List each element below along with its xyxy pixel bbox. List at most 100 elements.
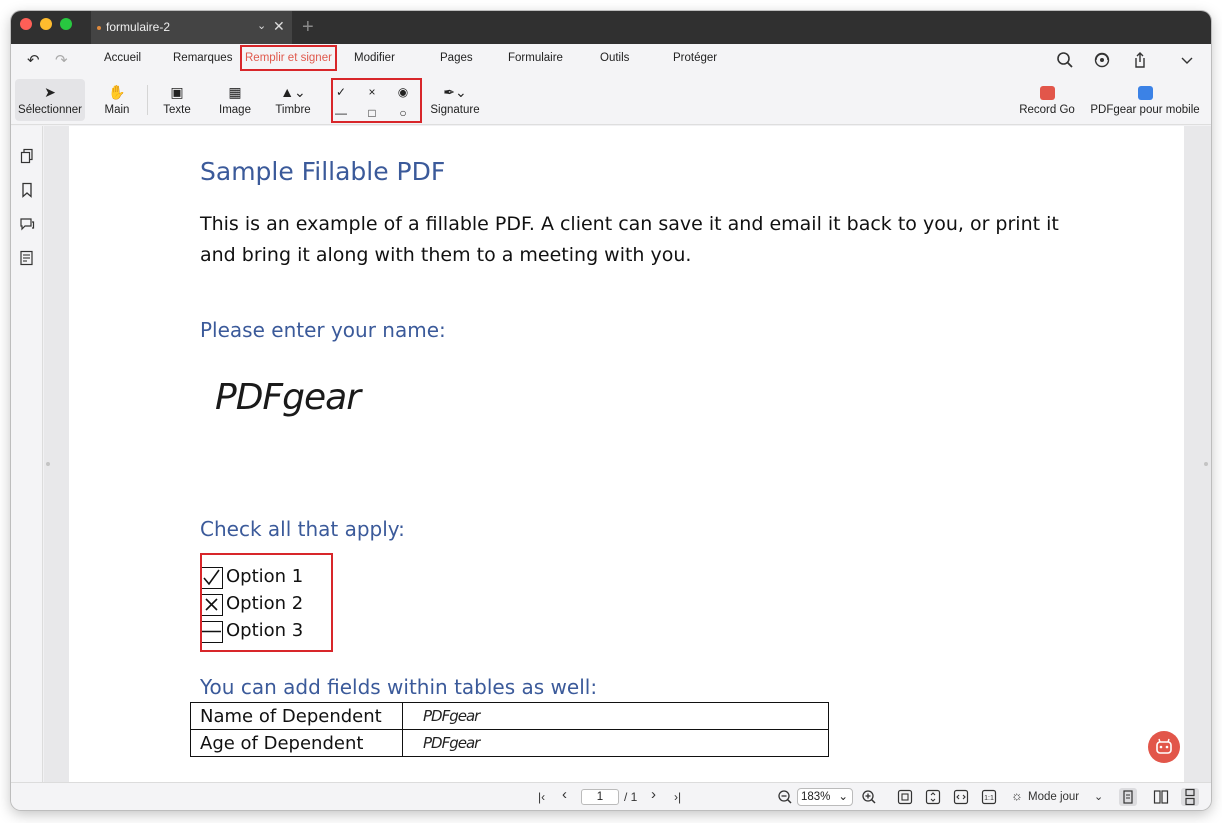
menu-bar: ↶ ↷ Accueil Remarques Remplir et signer … bbox=[11, 44, 1211, 75]
image-tool-label: Image bbox=[219, 104, 251, 116]
redo-icon[interactable]: ↷ bbox=[55, 51, 68, 69]
robot-icon bbox=[1156, 738, 1172, 754]
undo-icon[interactable]: ↶ bbox=[27, 51, 40, 69]
record-go-button[interactable]: Record Go bbox=[1016, 75, 1078, 125]
first-page-icon[interactable]: |‹ bbox=[538, 789, 545, 805]
continuous-scroll-icon[interactable] bbox=[1181, 788, 1199, 806]
zoom-select[interactable]: 183% ⌄ bbox=[797, 788, 853, 806]
fit-page-icon[interactable] bbox=[896, 788, 914, 806]
hand-tool-button[interactable]: ✋ Main bbox=[97, 75, 137, 125]
check-heading: Check all that apply: bbox=[200, 517, 405, 541]
menu-remarques[interactable]: Remarques bbox=[173, 52, 232, 64]
fit-width-icon[interactable] bbox=[952, 788, 970, 806]
mobile-icon bbox=[1088, 83, 1202, 101]
menu-outils[interactable]: Outils bbox=[600, 52, 629, 64]
close-tab-icon[interactable]: ✕ bbox=[273, 18, 285, 35]
previous-page-icon[interactable]: ‹ bbox=[562, 787, 567, 803]
app-window: formulaire-2 ⌄ ✕ + ↶ ↷ Accueil Remarques… bbox=[11, 11, 1211, 810]
document-tab[interactable]: formulaire-2 ⌄ ✕ bbox=[91, 11, 292, 44]
name-signature-field[interactable]: PDFgear bbox=[215, 377, 361, 418]
comments-icon[interactable] bbox=[19, 216, 35, 232]
unsaved-dot-icon bbox=[97, 26, 101, 30]
menu-pages[interactable]: Pages bbox=[440, 52, 473, 64]
fit-height-icon[interactable] bbox=[924, 788, 942, 806]
signature-tool-label: Signature bbox=[430, 104, 480, 116]
stamp-icon: ▲⌄ bbox=[280, 84, 306, 100]
toolbar-divider bbox=[147, 85, 148, 115]
table-label-cell: Name of Dependent bbox=[190, 702, 403, 730]
left-gutter bbox=[44, 126, 69, 782]
stamp-tool-button[interactable]: ▲⌄ Timbre bbox=[271, 75, 315, 125]
record-icon bbox=[1016, 83, 1078, 101]
toolbar: ➤ Sélectionner ✋ Main ▣ Texte ▦ Image ▲⌄… bbox=[11, 75, 1211, 125]
table-row: Name of Dependent PDFgear bbox=[190, 702, 829, 730]
single-page-view-icon[interactable] bbox=[1119, 788, 1137, 806]
image-tool-button[interactable]: ▦ Image bbox=[214, 75, 256, 125]
select-tool-label: Sélectionner bbox=[18, 104, 82, 116]
last-page-icon[interactable]: ›| bbox=[674, 789, 681, 805]
record-go-label: Record Go bbox=[1019, 104, 1075, 116]
document-title: Sample Fillable PDF bbox=[200, 157, 446, 186]
dependent-table: Name of Dependent PDFgear Age of Depende… bbox=[190, 702, 829, 757]
new-tab-icon[interactable]: + bbox=[302, 16, 314, 39]
text-box-icon: ▣ bbox=[170, 84, 184, 100]
pages-icon[interactable] bbox=[19, 148, 35, 164]
highlight-box-marks bbox=[331, 78, 422, 123]
zoom-in-icon[interactable] bbox=[860, 788, 878, 806]
chevron-down-icon[interactable]: ⌄ bbox=[257, 19, 266, 32]
name-heading: Please enter your name: bbox=[200, 318, 446, 342]
highlight-box-checkboxes bbox=[200, 553, 333, 652]
menu-modifier[interactable]: Modifier bbox=[354, 52, 395, 64]
hand-tool-label: Main bbox=[104, 104, 130, 116]
menu-proteger[interactable]: Protéger bbox=[673, 52, 717, 64]
table-label-cell: Age of Dependent bbox=[190, 729, 403, 757]
highlight-box-menu bbox=[240, 45, 337, 71]
resize-grip[interactable] bbox=[1204, 462, 1208, 466]
image-icon: ▦ bbox=[228, 84, 242, 100]
text-tool-label: Texte bbox=[163, 104, 191, 116]
zoom-value: 183% bbox=[801, 791, 831, 803]
select-tool-button[interactable]: ➤ Sélectionner bbox=[15, 79, 85, 121]
page-total: / 1 bbox=[624, 790, 638, 804]
ai-assistant-button[interactable] bbox=[1148, 731, 1180, 763]
menu-accueil[interactable]: Accueil bbox=[104, 52, 141, 64]
minimize-window-button[interactable] bbox=[40, 18, 52, 30]
share-icon[interactable] bbox=[1131, 51, 1149, 69]
zoom-window-button[interactable] bbox=[60, 18, 72, 30]
actual-size-icon[interactable]: 1:1 bbox=[980, 788, 998, 806]
support-icon[interactable] bbox=[1093, 51, 1111, 69]
intro-paragraph: This is an example of a fillable PDF. A … bbox=[200, 213, 1059, 266]
cursor-icon: ➤ bbox=[44, 84, 56, 100]
day-mode-select[interactable]: Mode jour bbox=[1028, 789, 1079, 805]
zoom-out-icon[interactable] bbox=[776, 788, 794, 806]
text-tool-button[interactable]: ▣ Texte bbox=[157, 75, 197, 125]
right-gutter bbox=[1184, 126, 1211, 782]
title-bar: formulaire-2 ⌄ ✕ + bbox=[11, 11, 1211, 44]
chevron-down-icon[interactable] bbox=[1178, 51, 1196, 69]
pdfgear-mobile-button[interactable]: PDFgear pour mobile bbox=[1088, 75, 1202, 125]
menu-formulaire[interactable]: Formulaire bbox=[508, 52, 563, 64]
resize-grip[interactable] bbox=[46, 462, 50, 466]
page-number-input[interactable]: 1 bbox=[581, 789, 619, 805]
svg-text:1:1: 1:1 bbox=[984, 795, 994, 802]
signature-tool-button[interactable]: ✒⌄ Signature bbox=[427, 75, 483, 125]
close-window-button[interactable] bbox=[20, 18, 32, 30]
tab-title: formulaire-2 bbox=[106, 20, 171, 34]
table-row: Age of Dependent PDFgear bbox=[190, 729, 829, 757]
dependent-age-field[interactable]: PDFgear bbox=[402, 729, 829, 757]
left-sidebar bbox=[11, 126, 43, 782]
chevron-down-icon: ⌄ bbox=[838, 791, 848, 803]
signature-icon: ✒⌄ bbox=[443, 84, 467, 100]
form-fields-icon[interactable] bbox=[19, 250, 35, 266]
dependent-name-field[interactable]: PDFgear bbox=[402, 702, 829, 730]
pdf-page: Sample Fillable PDF This is an example o… bbox=[69, 126, 1184, 782]
sun-icon: ☼ bbox=[1011, 788, 1023, 803]
bookmark-icon[interactable] bbox=[19, 182, 35, 198]
hand-icon: ✋ bbox=[108, 84, 126, 100]
status-bar: |‹ ‹ 1 / 1 › ›| 183% ⌄ 1:1 ☼ Mode jour ⌄ bbox=[11, 782, 1211, 810]
search-icon[interactable] bbox=[1056, 51, 1074, 69]
chevron-down-icon[interactable]: ⌄ bbox=[1094, 789, 1103, 805]
next-page-icon[interactable]: › bbox=[651, 787, 656, 803]
two-page-view-icon[interactable] bbox=[1152, 788, 1170, 806]
table-heading: You can add fields within tables as well… bbox=[200, 675, 598, 699]
